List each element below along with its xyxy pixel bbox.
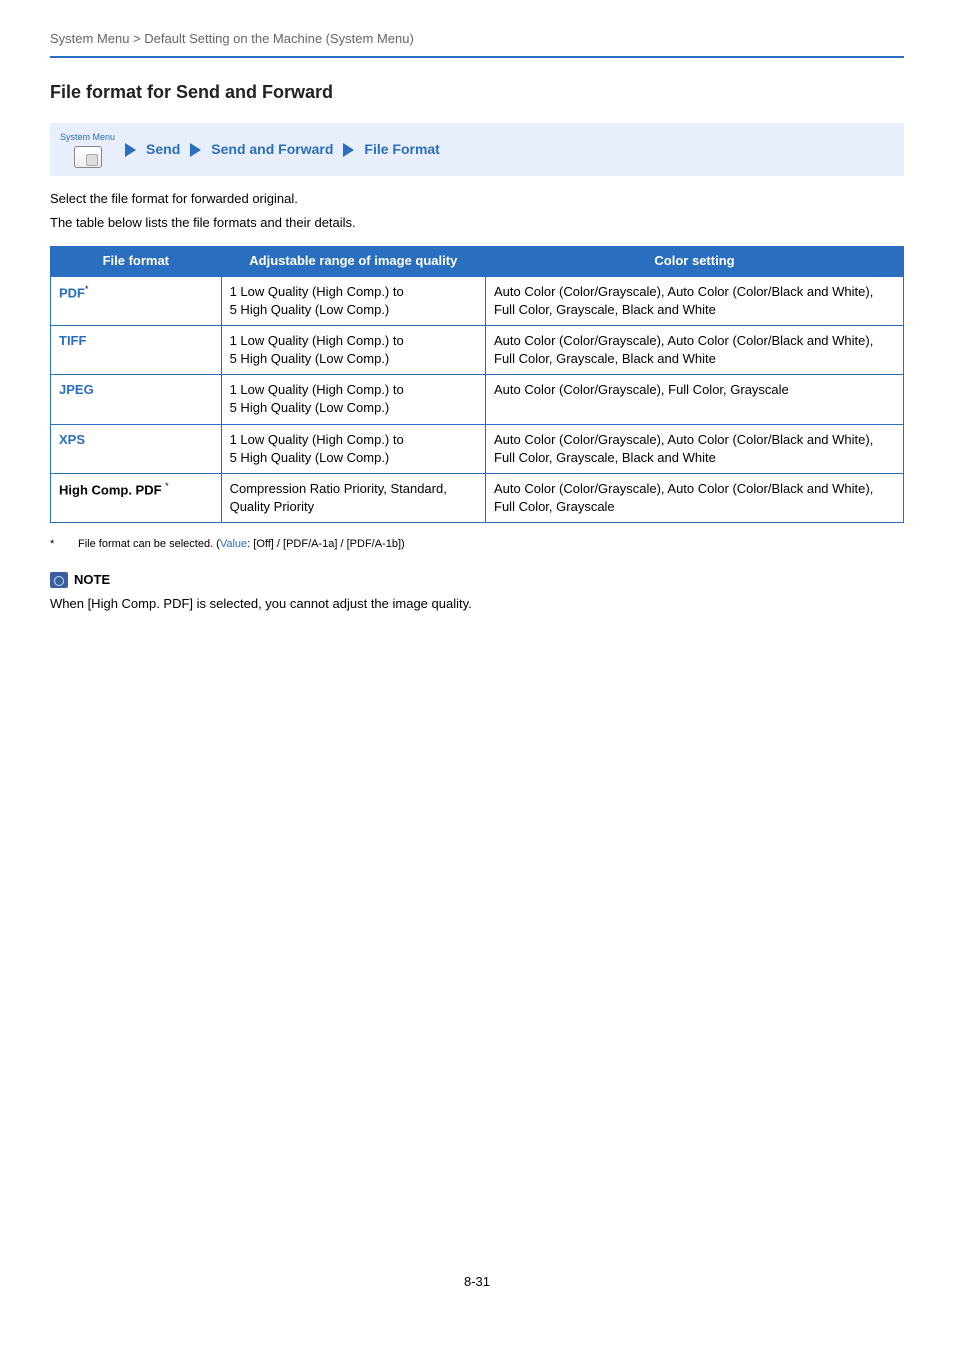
range-cell: 1 Low Quality (High Comp.) to5 High Qual… (221, 424, 485, 473)
nav-step-send-forward: Send and Forward (211, 140, 333, 160)
range-cell: 1 Low Quality (High Comp.) to5 High Qual… (221, 325, 485, 374)
range-cell: 1 Low Quality (High Comp.) to5 High Qual… (221, 276, 485, 325)
footnote-star: * (50, 537, 60, 552)
footnote: * File format can be selected. (Value: [… (50, 537, 904, 552)
system-menu-icon: System Menu (60, 131, 115, 168)
col-header-range: Adjustable range of image quality (221, 247, 485, 276)
asterisk: * (85, 284, 89, 294)
note-icon (50, 572, 68, 588)
color-cell: Auto Color (Color/Grayscale), Full Color… (486, 375, 904, 424)
arrow-icon (125, 143, 136, 157)
table-row: TIFF 1 Low Quality (High Comp.) to5 High … (51, 325, 904, 374)
color-cell: Auto Color (Color/Grayscale), Auto Color… (486, 424, 904, 473)
breadcrumb: System Menu > Default Setting on the Mac… (50, 30, 904, 58)
system-menu-label: System Menu (60, 131, 115, 144)
arrow-icon (190, 143, 201, 157)
page-number: 8-31 (50, 1273, 904, 1291)
file-format-table: File format Adjustable range of image qu… (50, 246, 904, 523)
col-header-format: File format (51, 247, 222, 276)
format-name: JPEG (59, 382, 94, 397)
note-body: When [High Comp. PDF] is selected, you c… (50, 595, 904, 613)
nav-step-file-format: File Format (364, 140, 439, 160)
format-name: XPS (59, 432, 85, 447)
nav-step-send: Send (146, 140, 180, 160)
nav-path: System Menu Send Send and Forward File F… (50, 123, 904, 176)
asterisk: * (165, 481, 169, 491)
table-row: JPEG 1 Low Quality (High Comp.) to5 High … (51, 375, 904, 424)
format-name: TIFF (59, 333, 86, 348)
footnote-text: File format can be selected. (Value: [Of… (78, 537, 405, 552)
note-label: NOTE (74, 571, 110, 589)
table-row: High Comp. PDF * Compression Ratio Priori… (51, 474, 904, 523)
intro-p1: Select the file format for forwarded ori… (50, 190, 904, 208)
range-cell: Compression Ratio Priority, Standard, Qu… (221, 474, 485, 523)
range-cell: 1 Low Quality (High Comp.) to5 High Qual… (221, 375, 485, 424)
format-name: High Comp. PDF (59, 482, 165, 497)
color-cell: Auto Color (Color/Grayscale), Auto Color… (486, 276, 904, 325)
table-row: PDF* 1 Low Quality (High Comp.) to5 High … (51, 276, 904, 325)
color-cell: Auto Color (Color/Grayscale), Auto Color… (486, 474, 904, 523)
intro-p2: The table below lists the file formats a… (50, 214, 904, 232)
color-cell: Auto Color (Color/Grayscale), Auto Color… (486, 325, 904, 374)
arrow-icon (343, 143, 354, 157)
col-header-color: Color setting (486, 247, 904, 276)
section-title: File format for Send and Forward (50, 80, 904, 105)
format-name: PDF (59, 285, 85, 300)
table-row: XPS 1 Low Quality (High Comp.) to5 High Q… (51, 424, 904, 473)
note-header: NOTE (50, 571, 904, 589)
